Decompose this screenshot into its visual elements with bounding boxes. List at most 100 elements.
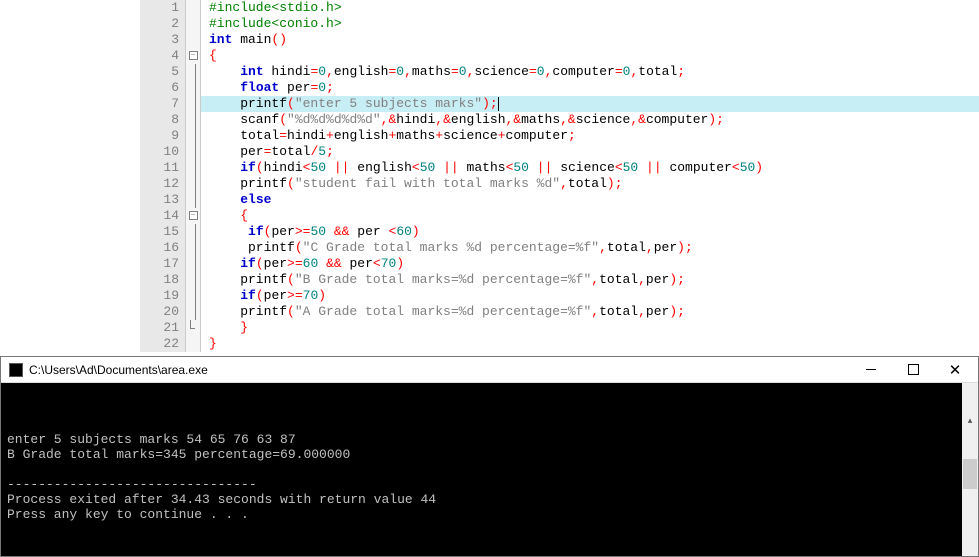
fold-indicator: [185, 304, 201, 320]
fold-indicator: [185, 272, 201, 288]
fold-indicator: [185, 240, 201, 256]
fold-indicator: [185, 224, 201, 240]
fold-indicator: [185, 80, 201, 96]
code-line[interactable]: 2 #include<conio.h>: [140, 16, 979, 32]
app-icon: [9, 363, 23, 377]
code-editor[interactable]: 1 #include<stdio.h> 2 #include<conio.h> 3 int…: [0, 0, 979, 352]
line-number: 17: [140, 256, 185, 272]
code-line[interactable]: 15 if(per>=50 && per <60): [140, 224, 979, 240]
line-number: 4: [140, 48, 185, 64]
code-content[interactable]: total=hindi+english+maths+science+comput…: [201, 128, 576, 144]
line-number: 18: [140, 272, 185, 288]
line-number: 7: [140, 96, 185, 112]
code-line[interactable]: 7 printf("enter 5 subjects marks");: [140, 96, 979, 112]
code-content[interactable]: if(per>=70): [201, 288, 326, 304]
code-content[interactable]: printf("B Grade total marks=%d percentag…: [201, 272, 685, 288]
line-number: 9: [140, 128, 185, 144]
code-content[interactable]: else: [201, 192, 271, 208]
code-line[interactable]: 1 #include<stdio.h>: [140, 0, 979, 16]
code-content[interactable]: }: [201, 320, 248, 336]
console-output[interactable]: ▴ enter 5 subjects marks 54 65 76 63 87B…: [1, 383, 978, 556]
line-number: 22: [140, 336, 185, 352]
fold-indicator: [185, 160, 201, 176]
fold-indicator: [185, 256, 201, 272]
code-content[interactable]: if(hindi<50 || english<50 || maths<50 ||…: [201, 160, 763, 176]
line-number: 5: [140, 64, 185, 80]
code-content[interactable]: per=total/5;: [201, 144, 334, 160]
code-content[interactable]: scanf("%d%d%d%d%d",&hindi,&english,&math…: [201, 112, 724, 128]
text-cursor: [498, 97, 499, 111]
line-number: 6: [140, 80, 185, 96]
code-line[interactable]: 22}: [140, 336, 979, 352]
code-line[interactable]: 20 printf("A Grade total marks=%d percen…: [140, 304, 979, 320]
code-content[interactable]: int main(): [201, 32, 287, 48]
code-line[interactable]: 19 if(per>=70): [140, 288, 979, 304]
code-content[interactable]: {: [201, 48, 217, 64]
console-titlebar[interactable]: C:\Users\Ad\Documents\area.exe ✕: [1, 357, 978, 383]
code-line[interactable]: 3 int main(): [140, 32, 979, 48]
code-content[interactable]: printf("enter 5 subjects marks");: [201, 96, 499, 112]
line-number: 11: [140, 160, 185, 176]
fold-indicator: [185, 336, 201, 352]
code-content[interactable]: printf("A Grade total marks=%d percentag…: [201, 304, 685, 320]
code-content[interactable]: }: [201, 336, 217, 352]
maximize-button[interactable]: [892, 357, 934, 383]
console-line: Press any key to continue . . .: [7, 507, 972, 522]
code-line[interactable]: 17 if(per>=60 && per<70): [140, 256, 979, 272]
code-line[interactable]: 10 per=total/5;: [140, 144, 979, 160]
code-line[interactable]: 11 if(hindi<50 || english<50 || maths<50…: [140, 160, 979, 176]
code-content[interactable]: if(per>=50 && per <60): [201, 224, 420, 240]
line-number: 8: [140, 112, 185, 128]
code-line[interactable]: 4−{: [140, 48, 979, 64]
code-content[interactable]: printf("student fail with total marks %d…: [201, 176, 623, 192]
fold-indicator: [185, 320, 201, 336]
fold-indicator: [185, 96, 201, 112]
fold-indicator: [185, 16, 201, 32]
line-number: 3: [140, 32, 185, 48]
fold-indicator: [185, 64, 201, 80]
line-number: 2: [140, 16, 185, 32]
scroll-thumb[interactable]: [963, 459, 977, 489]
minimize-button[interactable]: [850, 357, 892, 383]
code-content[interactable]: if(per>=60 && per<70): [201, 256, 404, 272]
code-content[interactable]: #include<stdio.h>: [201, 0, 342, 16]
fold-indicator[interactable]: −: [185, 48, 201, 64]
line-number: 15: [140, 224, 185, 240]
vertical-scrollbar[interactable]: ▴: [962, 383, 978, 556]
fold-indicator: [185, 288, 201, 304]
code-content[interactable]: int hindi=0,english=0,maths=0,science=0,…: [201, 64, 685, 80]
console-line: [7, 462, 972, 477]
line-number: 10: [140, 144, 185, 160]
code-line[interactable]: 18 printf("B Grade total marks=%d percen…: [140, 272, 979, 288]
code-line[interactable]: 8 scanf("%d%d%d%d%d",&hindi,&english,&ma…: [140, 112, 979, 128]
line-number: 14: [140, 208, 185, 224]
fold-indicator[interactable]: −: [185, 208, 201, 224]
line-number: 21: [140, 320, 185, 336]
line-number: 1: [140, 0, 185, 16]
scroll-up-arrow[interactable]: ▴: [962, 413, 978, 429]
code-line[interactable]: 13 else: [140, 192, 979, 208]
code-line[interactable]: 21 }: [140, 320, 979, 336]
code-line[interactable]: 14− {: [140, 208, 979, 224]
code-line[interactable]: 9 total=hindi+english+maths+science+comp…: [140, 128, 979, 144]
code-content[interactable]: #include<conio.h>: [201, 16, 342, 32]
code-line[interactable]: 5 int hindi=0,english=0,maths=0,science=…: [140, 64, 979, 80]
fold-indicator: [185, 112, 201, 128]
line-number: 19: [140, 288, 185, 304]
close-button[interactable]: ✕: [934, 357, 976, 383]
code-line[interactable]: 6 float per=0;: [140, 80, 979, 96]
code-content[interactable]: printf("C Grade total marks %d percentag…: [201, 240, 693, 256]
code-content[interactable]: float per=0;: [201, 80, 334, 96]
line-number: 13: [140, 192, 185, 208]
line-number: 16: [140, 240, 185, 256]
line-number: 20: [140, 304, 185, 320]
console-line: enter 5 subjects marks 54 65 76 63 87: [7, 432, 972, 447]
fold-indicator: [185, 144, 201, 160]
console-line: Process exited after 34.43 seconds with …: [7, 492, 972, 507]
code-content[interactable]: {: [201, 208, 248, 224]
code-line[interactable]: 16 printf("C Grade total marks %d percen…: [140, 240, 979, 256]
fold-indicator: [185, 128, 201, 144]
code-line[interactable]: 12 printf("student fail with total marks…: [140, 176, 979, 192]
fold-indicator: [185, 192, 201, 208]
line-number: 12: [140, 176, 185, 192]
